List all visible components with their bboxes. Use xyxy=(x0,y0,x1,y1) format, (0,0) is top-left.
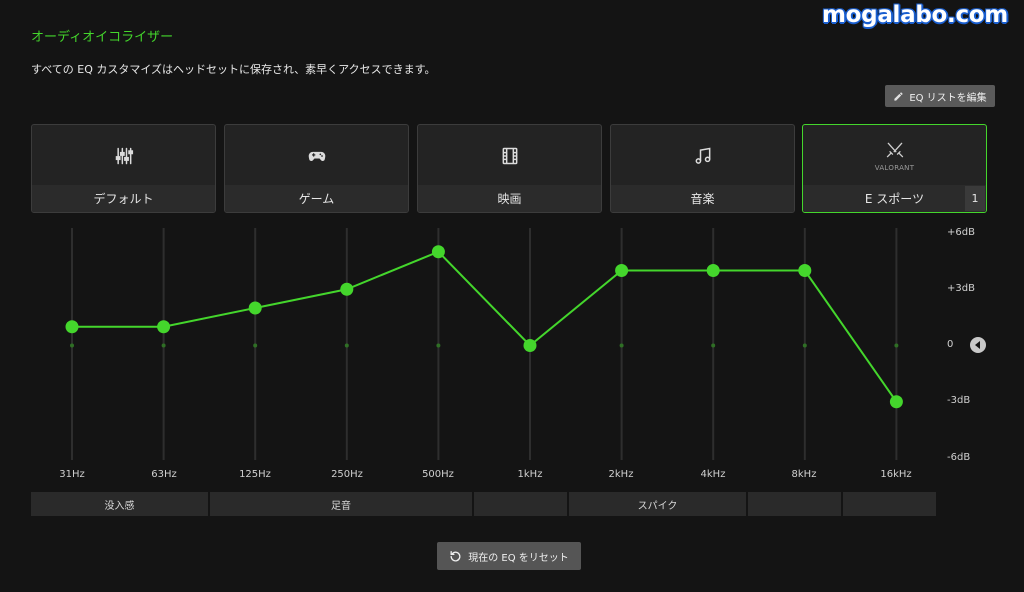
db-label: 0 xyxy=(947,339,954,350)
zone-footsteps: 足音 xyxy=(210,492,472,516)
zero-dot xyxy=(619,343,624,348)
film-icon xyxy=(502,147,517,165)
zero-dot xyxy=(161,343,166,348)
preset-label: ゲーム xyxy=(225,185,408,212)
band-label: 500Hz xyxy=(422,469,454,480)
band-label: 16kHz xyxy=(880,469,912,480)
preset-movie[interactable]: 映画 xyxy=(417,124,602,213)
preset-default[interactable]: デフォルト xyxy=(31,124,216,213)
preset-badge: 1 xyxy=(965,186,985,211)
eq-handle-1khz[interactable] xyxy=(523,339,537,352)
zone-immersion: 没入感 xyxy=(31,492,208,516)
sliders-icon xyxy=(115,147,133,165)
preset-label: E スポーツ xyxy=(803,185,986,212)
zero-dot xyxy=(253,343,258,348)
eq-handle-2khz[interactable] xyxy=(615,264,629,277)
db-label: +3dB xyxy=(947,283,975,294)
eq-handle-63hz[interactable] xyxy=(157,320,171,334)
reset-eq-button[interactable]: 現在の EQ をリセット xyxy=(437,542,581,570)
eq-handle-125hz[interactable] xyxy=(248,301,262,315)
eq-handle-4khz[interactable] xyxy=(706,264,720,277)
page-subtitle: すべての EQ カスタマイズはヘッドセットに保存され、素早くアクセスできます。 xyxy=(31,63,436,76)
db-label: +6dB xyxy=(947,227,975,238)
eq-handle-31hz[interactable] xyxy=(65,320,79,334)
edit-eq-list-label: EQ リストを編集 xyxy=(909,92,987,104)
edit-eq-list-button[interactable]: EQ リストを編集 xyxy=(885,85,995,107)
eq-handle-500hz[interactable] xyxy=(431,245,445,259)
eq-handle-250hz[interactable] xyxy=(340,282,354,296)
reset-eq-label: 現在の EQ をリセット xyxy=(468,552,569,564)
band-label: 250Hz xyxy=(331,469,363,480)
preset-esports[interactable]: VALORANT E スポーツ 1 xyxy=(802,124,987,213)
zone-blank xyxy=(474,492,567,516)
zone-blank xyxy=(843,492,936,516)
db-label: -6dB xyxy=(947,452,971,463)
preset-label: デフォルト xyxy=(32,185,215,212)
preset-label: 音楽 xyxy=(611,185,794,212)
zone-spike: スパイク xyxy=(569,492,746,516)
zero-dot xyxy=(802,343,807,348)
band-label: 4kHz xyxy=(700,469,726,480)
pencil-icon xyxy=(894,91,903,101)
preset-game[interactable]: ゲーム xyxy=(224,124,409,213)
reset-icon xyxy=(450,550,461,561)
eq-handle-8khz[interactable] xyxy=(798,264,812,277)
music-note-icon xyxy=(695,147,710,164)
zero-dot xyxy=(711,343,716,348)
zone-blank xyxy=(748,492,841,516)
valorant-icon xyxy=(886,142,903,158)
band-label: 31Hz xyxy=(59,469,85,480)
band-label: 2kHz xyxy=(608,469,634,480)
preset-sub-label: VALORANT xyxy=(874,164,915,172)
zero-dot xyxy=(344,343,349,348)
band-label: 8kHz xyxy=(791,469,817,480)
band-label: 1kHz xyxy=(517,469,543,480)
watermark: mogalabo.com xyxy=(822,2,1008,28)
band-label: 63Hz xyxy=(151,469,177,480)
gamepad-icon xyxy=(308,151,325,162)
zero-reference-marker[interactable] xyxy=(970,337,986,353)
zero-dot xyxy=(436,343,441,348)
zero-dot xyxy=(70,343,74,348)
preset-label: 映画 xyxy=(418,185,601,212)
eq-curve xyxy=(72,250,898,403)
page-title: オーディオイコライザー xyxy=(31,30,174,45)
zero-dot xyxy=(894,343,899,348)
band-label: 125Hz xyxy=(239,469,271,480)
eq-handle-16khz[interactable] xyxy=(889,395,903,409)
preset-music[interactable]: 音楽 xyxy=(610,124,795,213)
db-label: -3dB xyxy=(947,395,971,406)
